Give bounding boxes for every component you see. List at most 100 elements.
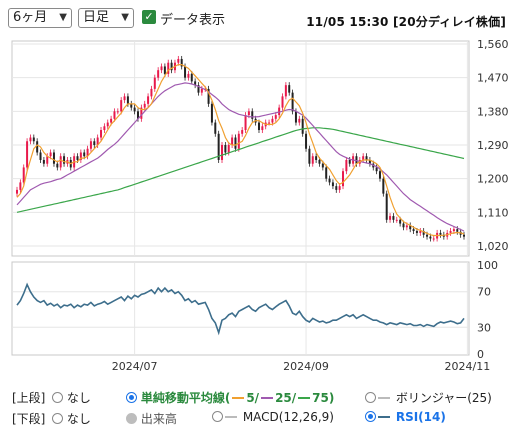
- candle-body: [311, 156, 314, 164]
- candle-body: [305, 133, 308, 149]
- price-tick-label: 1,200: [477, 173, 509, 186]
- candle-body: [318, 159, 321, 164]
- candle-body: [210, 103, 213, 123]
- price-tick-label: 1,290: [477, 139, 509, 152]
- volume-option[interactable]: 出来高: [126, 410, 177, 427]
- radio-selected-icon: [365, 411, 376, 422]
- rsi-tick-label: 100: [477, 259, 498, 272]
- period-select[interactable]: 6ヶ月 ▼: [8, 8, 72, 28]
- candle-body: [163, 66, 166, 74]
- bollinger-label: ボリンジャー(25): [395, 391, 492, 405]
- candle-body: [244, 115, 247, 131]
- candle-body: [190, 73, 193, 82]
- price-tick-label: 1,380: [477, 105, 509, 118]
- candle-body: [42, 159, 45, 164]
- data-display-label: データ表示: [160, 13, 226, 28]
- candle-body: [93, 141, 96, 145]
- candle-body: [298, 118, 301, 123]
- candle-body: [241, 130, 244, 134]
- candle-body: [224, 145, 227, 153]
- candle-body: [399, 219, 402, 224]
- candle-body: [328, 178, 331, 183]
- candle-body: [56, 163, 59, 168]
- candle-body: [375, 167, 378, 172]
- rsi-label: RSI(14): [395, 410, 446, 424]
- chevron-down-icon: ▼: [121, 12, 129, 23]
- interval-select[interactable]: 日足 ▼: [78, 8, 134, 28]
- upper-row-label: [上段]: [12, 391, 46, 405]
- radio-selected-icon: [126, 392, 137, 403]
- bollinger-option[interactable]: ボリンジャー(25): [365, 389, 492, 406]
- candle-body: [160, 66, 163, 71]
- candle-body: [432, 238, 435, 240]
- candle-body: [26, 141, 29, 168]
- candle-body: [177, 58, 180, 63]
- chevron-down-icon: ▼: [59, 12, 67, 23]
- rsi-axis-labels: 03070100: [477, 259, 498, 361]
- upper-none-label: なし: [66, 391, 91, 405]
- upper-none-option[interactable]: なし: [52, 389, 91, 406]
- macd-option[interactable]: MACD(12,26,9): [212, 410, 334, 424]
- candle-body: [237, 133, 240, 149]
- sma-5: 5/: [246, 391, 260, 405]
- time-tick-label: 2024/07: [112, 360, 158, 373]
- candle-body: [123, 96, 126, 101]
- sma-close: ): [328, 391, 335, 405]
- candle-body: [301, 118, 304, 134]
- lower-none-option[interactable]: なし: [52, 410, 91, 427]
- candle-body: [231, 137, 234, 145]
- candle-body: [268, 122, 271, 124]
- candle-body: [439, 232, 442, 235]
- interval-value: 日足: [83, 10, 110, 25]
- time-axis-labels: 2024/07 2024/09 2024/11: [112, 360, 490, 373]
- candle-body: [89, 141, 92, 149]
- candle-body: [257, 122, 260, 131]
- candle-body: [83, 152, 86, 157]
- candle-body: [342, 171, 345, 187]
- candle-body: [385, 193, 388, 220]
- radio-icon: [52, 413, 63, 424]
- candle-body: [214, 122, 217, 134]
- rsi-option[interactable]: RSI(14): [365, 410, 446, 424]
- candle-body: [126, 96, 129, 104]
- price-tick-label: 1,470: [477, 72, 509, 85]
- candle-body: [412, 229, 415, 232]
- candle-body: [234, 137, 237, 149]
- time-tick-label: 2024/11: [445, 360, 491, 373]
- sma-25: 25/: [275, 391, 297, 405]
- candle-body: [46, 156, 49, 164]
- candle-body: [143, 103, 146, 108]
- candle-body: [63, 156, 66, 164]
- candle-body: [449, 231, 452, 233]
- data-display-checkbox[interactable]: ✓: [142, 10, 156, 24]
- candle-body: [157, 70, 160, 78]
- candle-body: [251, 111, 254, 119]
- ma75-swatch: [298, 397, 311, 399]
- candle-body: [389, 216, 392, 220]
- candle-body: [39, 152, 42, 160]
- candle-body: [288, 85, 291, 93]
- candle-body: [59, 156, 62, 168]
- volume-label: 出来高: [140, 412, 177, 426]
- candle-body: [405, 225, 408, 228]
- sma-option[interactable]: 単純移動平均線(5/25/75): [126, 389, 334, 406]
- candle-body: [200, 88, 203, 93]
- price-tick-label: 1,110: [477, 206, 509, 219]
- candle-body: [15, 189, 19, 194]
- candle-body: [103, 126, 106, 131]
- toolbar: 6ヶ月 ▼ 日足 ▼ ✓ データ表示 11/05 15:30 [20分ディレイ株…: [0, 0, 524, 34]
- radio-icon: [365, 392, 376, 403]
- radio-disabled-icon: [126, 413, 137, 424]
- candle-body: [221, 145, 224, 160]
- price-axis-labels: 1,020 1,110 1,200 1,290 1,380 1,470 1,560: [477, 38, 509, 253]
- candle-body: [147, 96, 150, 104]
- candle-body: [392, 216, 395, 220]
- candle-body: [274, 115, 277, 119]
- candle-body: [345, 159, 348, 172]
- candle-body: [187, 73, 190, 78]
- candle-body: [100, 130, 103, 138]
- candle-body: [19, 182, 22, 190]
- macd-label: MACD(12,26,9): [242, 410, 334, 424]
- candle-body: [261, 126, 264, 131]
- candle-body: [382, 178, 385, 194]
